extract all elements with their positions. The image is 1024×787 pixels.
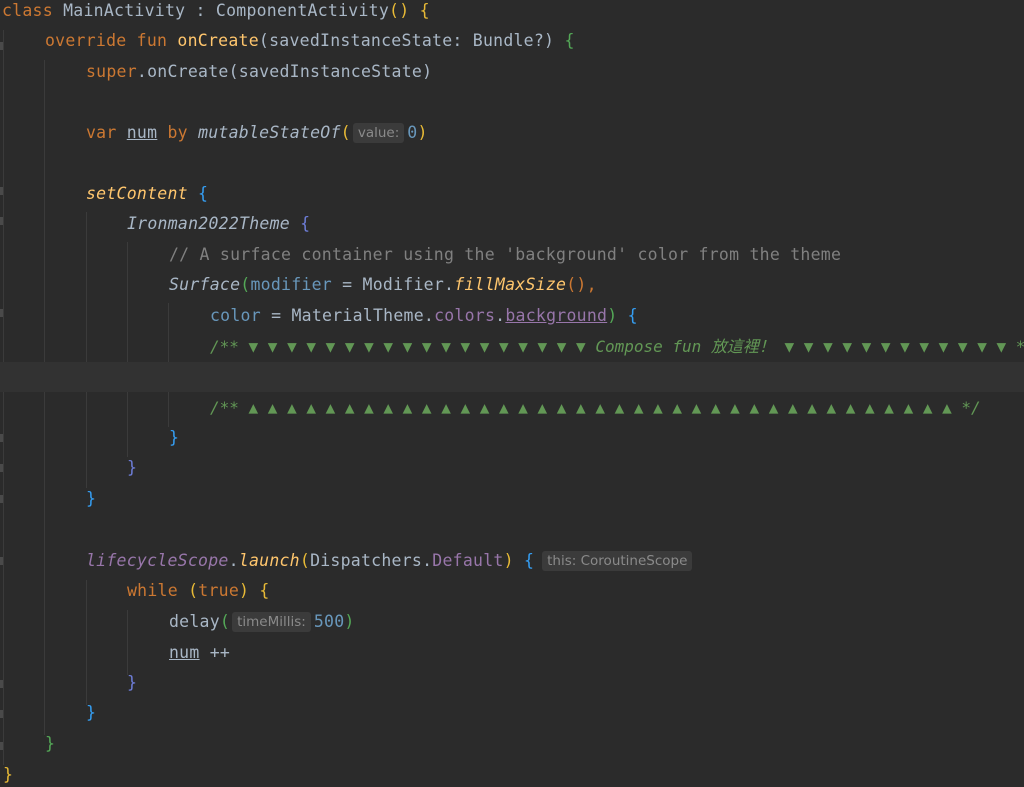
property: colors [434, 306, 496, 325]
property: Default [432, 551, 504, 570]
variable-name: num [169, 643, 200, 662]
code-line-22[interactable]: num ++ [0, 638, 1024, 668]
brace: { [259, 581, 270, 600]
code-line-20[interactable]: while (true) { [0, 576, 1024, 606]
code-line-2[interactable]: override fun onCreate(savedInstanceState… [0, 26, 1024, 56]
keyword: override [45, 31, 127, 50]
number: 500 [313, 612, 345, 631]
paren: ( [219, 612, 231, 631]
paren: ) [417, 123, 428, 142]
code-line-17[interactable]: } [0, 484, 1024, 514]
named-param: modifier [250, 275, 332, 294]
number: 0 [407, 123, 418, 142]
parameter-hint: timeMillis: [232, 612, 311, 632]
code-line-21[interactable]: delay(timeMillis: 500) [0, 607, 1024, 637]
equals: = [260, 306, 292, 325]
code-editor[interactable]: class MainActivity : ComponentActivity()… [0, 0, 1024, 787]
code-line-5[interactable]: var num by mutableStateOf(value: 0) [0, 118, 1024, 148]
call: .onCreate(savedInstanceState) [136, 62, 433, 81]
paren: ( [188, 581, 199, 600]
code-line-14[interactable]: /** ▲ ▲ ▲ ▲ ▲ ▲ ▲ ▲ ▲ ▲ ▲ ▲ ▲ ▲ ▲ ▲ ▲ ▲ … [0, 393, 1024, 423]
named-param: color [210, 306, 261, 325]
object: Modifier. [362, 275, 455, 294]
code-line-1[interactable]: class MainActivity : ComponentActivity()… [0, 0, 1024, 26]
brace: } [169, 428, 180, 447]
code-line-16[interactable]: } [0, 453, 1024, 483]
comment: // A surface container using the 'backgr… [169, 245, 842, 264]
object: Dispatchers. [310, 551, 433, 570]
super-class: ComponentActivity [215, 1, 390, 20]
receiver-hint: this: CoroutineScope [542, 551, 693, 571]
function-call: Ironman2022Theme [127, 214, 290, 233]
property: lifecycleScope [86, 551, 229, 570]
brace: { [564, 31, 575, 50]
operator: ++ [199, 643, 231, 662]
paren: ( [299, 551, 311, 570]
class-name: MainActivity [63, 1, 186, 20]
property: background [505, 306, 608, 325]
brace: } [3, 765, 14, 784]
code-line-9[interactable]: // A surface container using the 'backgr… [0, 240, 1024, 270]
brace: } [86, 489, 97, 508]
params: (savedInstanceState: Bundle?) [258, 31, 555, 50]
code-line-26[interactable]: } [0, 760, 1024, 787]
paren: ) [503, 551, 514, 570]
code-line-24[interactable]: } [0, 698, 1024, 728]
parameter-hint: value: [352, 123, 405, 143]
paren: ) [239, 581, 250, 600]
function-call: setContent [86, 184, 188, 203]
code-line-8[interactable]: Ironman2022Theme { [0, 209, 1024, 239]
brace: } [127, 458, 138, 477]
brace: } [45, 734, 56, 753]
code-line-23[interactable]: } [0, 668, 1024, 698]
object: MaterialTheme. [291, 306, 435, 325]
keyword: while [127, 581, 178, 600]
function-call: delay [169, 612, 220, 631]
code-line-19[interactable]: lifecycleScope.launch(Dispatchers.Defaul… [0, 546, 1024, 576]
paren: ) [344, 612, 355, 631]
brace: { [198, 184, 209, 203]
code-line-11[interactable]: color = MaterialTheme.colors.background)… [0, 301, 1024, 331]
brace: { [419, 1, 430, 20]
variable-name: num [126, 123, 158, 142]
paren: ( [340, 123, 351, 142]
function-name: onCreate [177, 31, 259, 50]
code-line-7[interactable]: setContent { [0, 179, 1024, 209]
paren: ( [240, 275, 251, 294]
code-line-10[interactable]: Surface(modifier = Modifier.fillMaxSize(… [0, 270, 1024, 300]
code-line-15[interactable]: } [0, 423, 1024, 453]
todo-comment: /** ▲ ▲ ▲ ▲ ▲ ▲ ▲ ▲ ▲ ▲ ▲ ▲ ▲ ▲ ▲ ▲ ▲ ▲ … [210, 398, 981, 417]
equals: = [331, 275, 363, 294]
keyword: class [2, 1, 53, 20]
code-line-12[interactable]: /** ▼ ▼ ▼ ▼ ▼ ▼ ▼ ▼ ▼ ▼ ▼ ▼ ▼ ▼ ▼ ▼ ▼ ▼ … [0, 332, 1024, 362]
paren: ) [607, 306, 618, 325]
code-line-3[interactable]: super.onCreate(savedInstanceState) [0, 57, 1024, 87]
brace: { [300, 214, 311, 233]
keyword: var [86, 123, 117, 142]
dot: . [228, 551, 239, 570]
function-call: launch [238, 551, 300, 570]
parens-comma: (), [566, 275, 597, 294]
keyword: by [167, 123, 188, 142]
function-call: mutableStateOf [198, 123, 341, 142]
dot: . [495, 306, 506, 325]
keyword: true [198, 581, 240, 600]
code-line-25[interactable]: } [0, 729, 1024, 759]
keyword: super [86, 62, 137, 81]
todo-comment: /** ▼ ▼ ▼ ▼ ▼ ▼ ▼ ▼ ▼ ▼ ▼ ▼ ▼ ▼ ▼ ▼ ▼ ▼ … [210, 337, 1024, 356]
function-call: fillMaxSize [454, 275, 567, 294]
brace: { [627, 306, 638, 325]
brace: } [86, 703, 97, 722]
function-call: Surface [169, 275, 241, 294]
brace: { [523, 551, 535, 570]
parens: () [389, 1, 410, 20]
code-line-13-current[interactable] [0, 362, 1024, 392]
colon: : [185, 1, 216, 20]
brace: } [127, 673, 138, 692]
keyword: fun [136, 31, 168, 50]
